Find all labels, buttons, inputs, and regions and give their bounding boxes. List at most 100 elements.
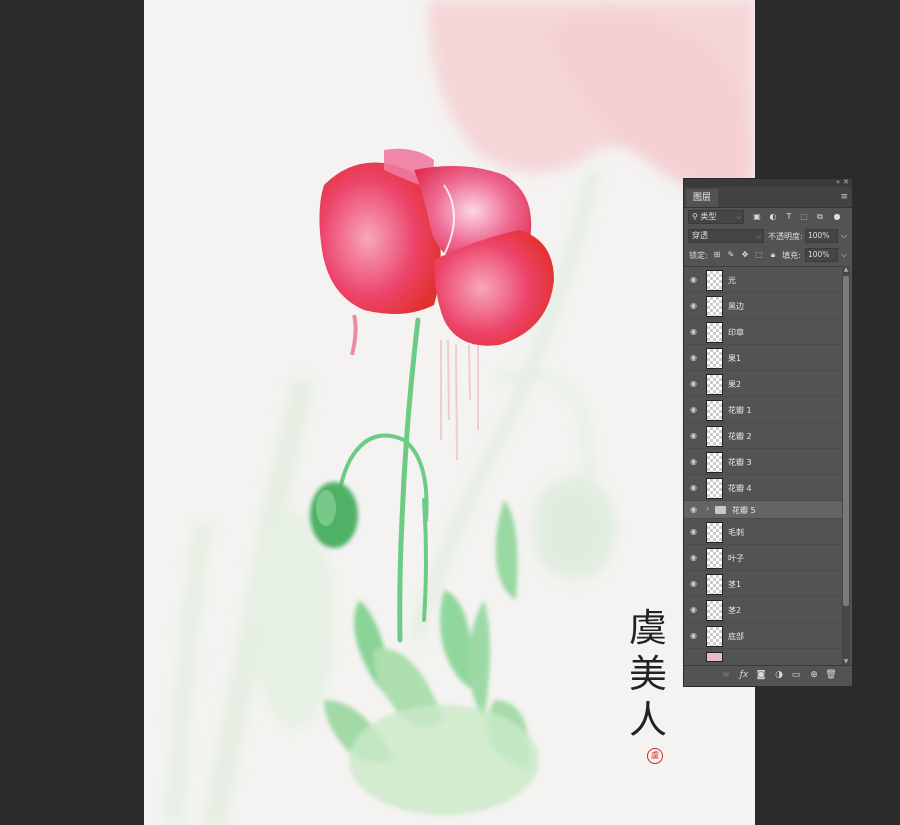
eye-icon[interactable]: ◉ (690, 353, 697, 362)
scrollbar-thumb[interactable] (843, 276, 849, 606)
layer-row[interactable]: ◉ 茎1 (684, 571, 842, 597)
eye-icon[interactable]: ◉ (690, 301, 697, 310)
layer-row[interactable]: ◉ 光 (684, 267, 842, 293)
layer-thumbnail (706, 626, 723, 647)
layer-name: 花瓣 5 (732, 506, 756, 515)
layer-row[interactable]: ◉ 花瓣 3 (684, 449, 842, 475)
ghost-petals (428, 0, 755, 192)
layer-name: 茎1 (728, 580, 742, 589)
layer-row[interactable]: ◉ 花瓣 2 (684, 423, 842, 449)
layer-row[interactable]: ◉ 印章 (684, 319, 842, 345)
layer-name: 毛刺 (728, 528, 744, 537)
eye-icon[interactable]: ◉ (690, 327, 697, 336)
eye-icon[interactable]: ◉ (690, 605, 697, 614)
poppy-flower (319, 148, 554, 356)
adjustment-icon[interactable]: ◑ (773, 670, 785, 680)
type-filter-icon[interactable]: T (784, 211, 794, 222)
layer-thumbnail (706, 270, 723, 291)
fx-icon[interactable]: ƒx (738, 670, 750, 680)
layer-thumbnail (706, 478, 723, 499)
image-filter-icon[interactable]: ▣ (752, 211, 762, 222)
layers-scrollbar[interactable]: ▲ ▼ (842, 266, 850, 666)
lock-all-icon[interactable]: 🔒︎ (768, 249, 778, 260)
lock-row: 锁定: ⊞ ✎ ✥ ⬚ 🔒︎ 填充: 100% ⌵ (684, 246, 852, 265)
eye-icon[interactable]: ◉ (690, 431, 697, 440)
layer-row[interactable]: ◉ 花瓣 1 (684, 397, 842, 423)
layer-name: 光 (728, 276, 736, 285)
layer-thumbnail (706, 600, 723, 621)
layer-row[interactable]: ◉ 果2 (684, 371, 842, 397)
adjustment-filter-icon[interactable]: ◐ (768, 211, 778, 222)
opacity-input[interactable]: 100% (805, 229, 838, 243)
layer-name: 花瓣 2 (728, 432, 752, 441)
layer-name: 果1 (728, 354, 742, 363)
layer-row[interactable]: ◉ 花瓣 4 (684, 475, 842, 501)
layer-thumbnail (706, 296, 723, 317)
smart-object-filter-icon[interactable]: ⧉ (815, 211, 825, 222)
eye-icon[interactable]: ◉ (690, 505, 697, 514)
panel-top-strip: « ✕ (684, 178, 852, 187)
artwork-canvas[interactable]: 虞美人 虞 (144, 0, 755, 825)
search-icon: ⚲ (692, 212, 698, 221)
opacity-label: 不透明度: (768, 232, 803, 241)
new-layer-icon[interactable]: ⊕ (808, 670, 820, 680)
fill-label: 填充: (782, 251, 801, 260)
layer-group-row[interactable]: ◉ › 花瓣 5 (684, 501, 842, 519)
layer-name: 黑边 (728, 302, 744, 311)
eye-icon[interactable]: ◉ (690, 379, 697, 388)
chevron-down-icon[interactable]: ⌵ (839, 249, 849, 260)
toggle-filter-icon[interactable]: ● (832, 211, 842, 222)
fill-input[interactable]: 100% (805, 248, 838, 262)
lock-move-icon[interactable]: ✥ (740, 249, 750, 260)
panel-menu-icon[interactable]: ≡ (840, 192, 848, 202)
eye-icon[interactable]: ◉ (690, 457, 697, 466)
layer-thumbnail (706, 374, 723, 395)
layer-row[interactable]: ◉ 茎2 (684, 597, 842, 623)
layer-thumbnail (706, 348, 723, 369)
mask-icon[interactable]: ◙ (755, 670, 767, 680)
layer-row[interactable]: ◉ 叶子 (684, 545, 842, 571)
layers-bottom-toolbar: ∞ ƒx ◙ ◑ ▭ ⊕ 🗑︎ (684, 665, 852, 686)
chevron-right-icon[interactable]: › (706, 504, 709, 513)
trash-icon[interactable]: 🗑︎ (825, 670, 837, 680)
lock-artboard-icon[interactable]: ⬚ (754, 249, 764, 260)
layer-row[interactable]: ◉ 黑边 (684, 293, 842, 319)
layer-row[interactable]: ◉ 果1 (684, 345, 842, 371)
eye-icon[interactable]: ◉ (690, 275, 697, 284)
lock-transparent-icon[interactable]: ⊞ (712, 249, 722, 260)
layer-name: 花瓣 4 (728, 484, 752, 493)
eye-icon[interactable]: ◉ (690, 527, 697, 536)
eye-icon[interactable]: ◉ (690, 553, 697, 562)
filter-kind-dropdown[interactable]: ⚲ 类型 ⌵ (688, 210, 744, 224)
blend-mode-dropdown[interactable]: 穿透 ⌵ (688, 229, 764, 243)
link-layers-icon[interactable]: ∞ (720, 670, 732, 680)
blend-mode-value: 穿透 (692, 231, 708, 240)
eye-icon[interactable]: ◉ (690, 631, 697, 640)
layer-row-partial[interactable] (684, 649, 842, 662)
tab-layers[interactable]: 图层 (686, 189, 718, 207)
layer-thumbnail (706, 652, 723, 662)
filter-kind-label: 类型 (700, 212, 717, 221)
eye-icon[interactable]: ◉ (690, 483, 697, 492)
scroll-up-icon[interactable]: ▲ (842, 266, 850, 274)
shape-filter-icon[interactable]: ⬚ (799, 211, 809, 222)
eye-icon[interactable]: ◉ (690, 579, 697, 588)
double-chevron-icon[interactable]: « (836, 178, 840, 186)
lock-label: 锁定: (689, 251, 708, 260)
blend-row: 穿透 ⌵ 不透明度: 100% ⌵ (684, 227, 852, 246)
panel-tab-bar: 图层 ≡ (684, 187, 852, 208)
layer-name: 茎2 (728, 606, 742, 615)
new-group-icon[interactable]: ▭ (790, 670, 802, 680)
layer-name: 果2 (728, 380, 742, 389)
layer-row[interactable]: ◉ 底部 (684, 623, 842, 649)
layer-name: 印章 (728, 328, 744, 337)
lock-paint-icon[interactable]: ✎ (726, 249, 736, 260)
eye-icon[interactable]: ◉ (690, 405, 697, 414)
fill-value: 100% (808, 250, 830, 259)
layer-thumbnail (706, 322, 723, 343)
layer-name: 叶子 (728, 554, 744, 563)
layer-row[interactable]: ◉ 毛刺 (684, 519, 842, 545)
chevron-down-icon[interactable]: ⌵ (839, 230, 849, 241)
close-icon[interactable]: ✕ (843, 178, 849, 186)
chevron-down-icon: ⌵ (735, 213, 741, 221)
